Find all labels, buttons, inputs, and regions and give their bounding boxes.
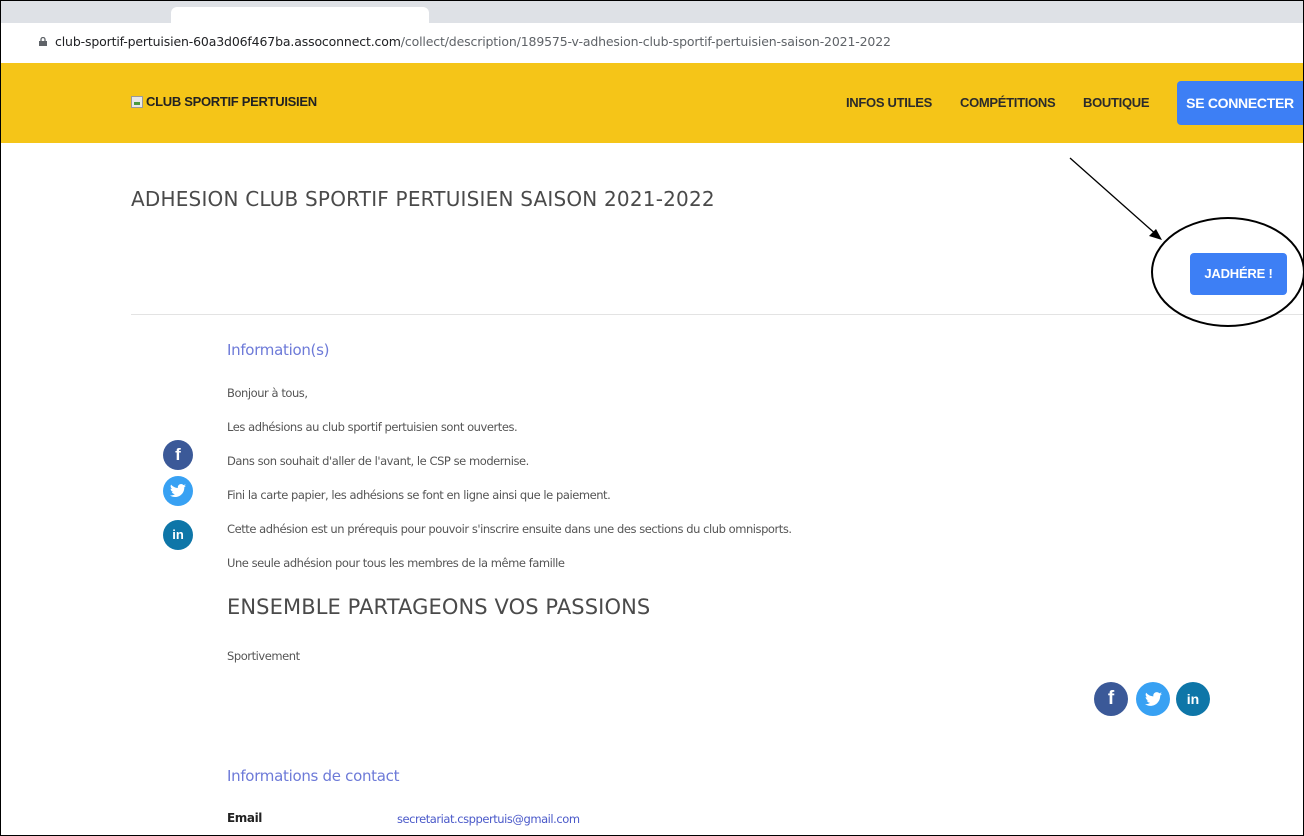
club-logo[interactable]: CLUB SPORTIF PERTUISIEN bbox=[131, 94, 317, 109]
url-text[interactable]: club-sportif-pertuisien-60a3d06f467ba.as… bbox=[55, 34, 891, 49]
page-title: ADHESION CLUB SPORTIF PERTUISIEN SAISON … bbox=[131, 187, 715, 211]
twitter-bird-icon bbox=[170, 484, 186, 497]
contact-email-link[interactable]: secretariat.csppertuis@gmail.com bbox=[397, 812, 580, 826]
nav-infos-utiles[interactable]: INFOS UTILES bbox=[846, 95, 932, 110]
twitter-share-icon[interactable] bbox=[1136, 682, 1170, 716]
site-header: CLUB SPORTIF PERTUISIEN INFOS UTILES COM… bbox=[1, 63, 1303, 143]
info-paragraph: Bonjour à tous, bbox=[227, 386, 308, 400]
signoff-text: Sportivement bbox=[227, 649, 300, 663]
broken-image-icon bbox=[131, 95, 143, 108]
adhere-button[interactable]: JADHÉRE ! bbox=[1190, 253, 1287, 295]
section-divider bbox=[131, 314, 1303, 315]
login-button[interactable]: SE CONNECTER bbox=[1177, 81, 1303, 125]
nav-competitions[interactable]: COMPÉTITIONS bbox=[960, 95, 1056, 110]
facebook-glyph: f bbox=[175, 445, 181, 464]
info-paragraph: Dans son souhait d'aller de l'avant, le … bbox=[227, 454, 529, 468]
information-heading: Information(s) bbox=[227, 341, 330, 359]
screenshot-frame: club-sportif-pertuisien-60a3d06f467ba.as… bbox=[0, 0, 1304, 836]
linkedin-share-icon[interactable]: in bbox=[1176, 682, 1210, 716]
info-paragraph: Cette adhésion est un prérequis pour pou… bbox=[227, 522, 792, 536]
url-host: club-sportif-pertuisien-60a3d06f467ba.as… bbox=[55, 34, 401, 49]
linkedin-glyph: in bbox=[172, 527, 184, 542]
lock-icon bbox=[39, 37, 47, 46]
slogan-heading: ENSEMBLE PARTAGEONS VOS PASSIONS bbox=[227, 595, 651, 619]
browser-tab[interactable] bbox=[171, 7, 429, 23]
facebook-share-icon[interactable]: f bbox=[1094, 682, 1128, 716]
facebook-share-icon[interactable]: f bbox=[163, 440, 193, 470]
twitter-bird-icon bbox=[1144, 692, 1162, 706]
contact-heading: Informations de contact bbox=[227, 767, 400, 785]
info-paragraph: Une seule adhésion pour tous les membres… bbox=[227, 556, 565, 570]
contact-email-label: Email bbox=[227, 811, 263, 825]
linkedin-share-icon[interactable]: in bbox=[163, 520, 193, 550]
linkedin-glyph: in bbox=[1186, 691, 1200, 707]
info-paragraph: Les adhésions au club sportif pertuisien… bbox=[227, 420, 518, 434]
facebook-glyph: f bbox=[1107, 688, 1115, 709]
logo-alt-text: CLUB SPORTIF PERTUISIEN bbox=[146, 94, 317, 109]
url-path: /collect/description/189575-v-adhesion-c… bbox=[400, 34, 891, 49]
twitter-share-icon[interactable] bbox=[163, 476, 193, 506]
address-bar[interactable]: club-sportif-pertuisien-60a3d06f467ba.as… bbox=[1, 23, 1303, 64]
info-paragraph: Fini la carte papier, les adhésions se f… bbox=[227, 488, 611, 502]
browser-tab-strip bbox=[1, 1, 1303, 23]
nav-boutique[interactable]: BOUTIQUE bbox=[1083, 95, 1150, 110]
